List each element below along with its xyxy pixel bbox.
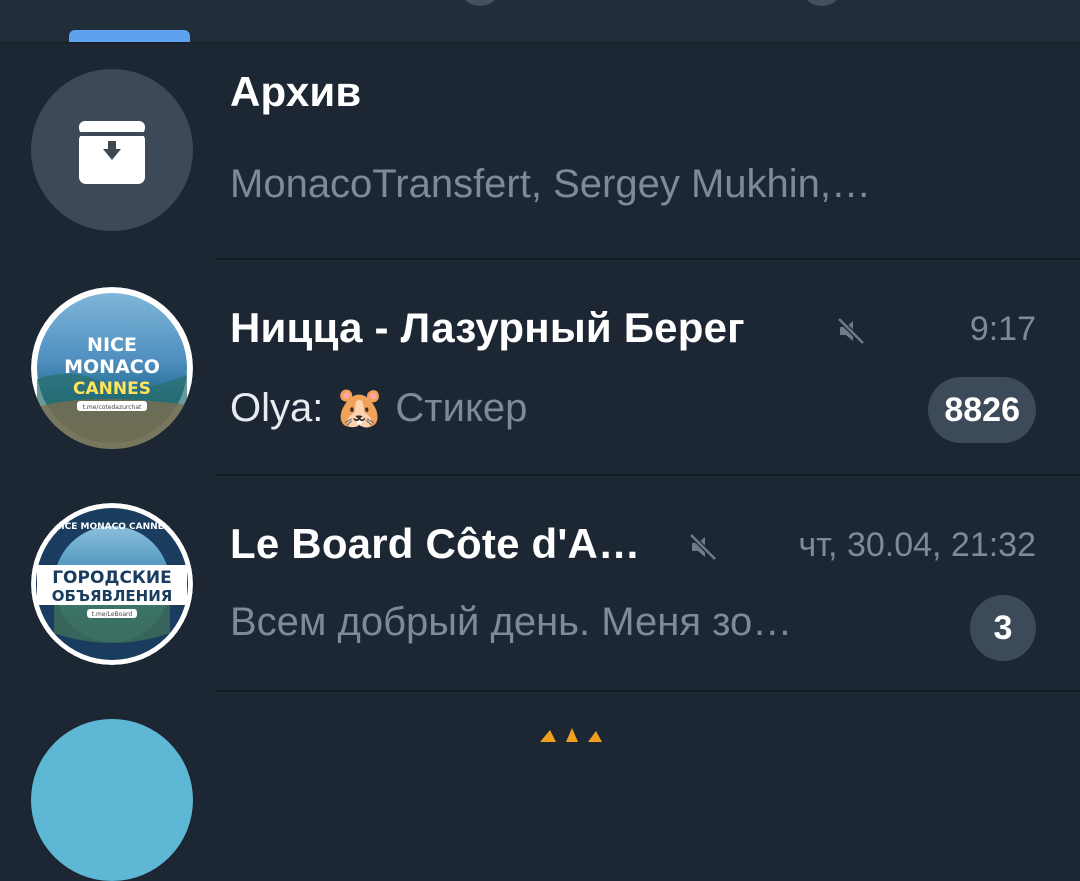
muted-speaker-icon [837,317,865,345]
message-text: Стикер [395,386,528,430]
avatar-logo-text: ОБЪЯВЛЕНИЯ [52,587,173,605]
avatar-logo-text: t.me/LeBoard [92,611,133,618]
chat-row-next[interactable] [0,692,1080,881]
avatar-logo-text: ГОРОДСКИЕ [52,568,172,588]
tab-bar [0,0,1080,44]
chat-title: Le Board Côte d'A… [230,520,641,567]
avatar [31,719,193,881]
avatar-logo-text: MONACO [64,356,160,378]
hamster-emoji-icon: 🐹 [334,386,385,430]
unread-badge: 3 [970,595,1036,661]
avatar [31,69,193,231]
unread-badge: 8826 [928,377,1036,443]
archive-box-icon [79,121,145,184]
tab-counter-bubble [458,0,502,6]
chat-title: Ницца - Лазурный Берег [230,304,745,351]
chat-preview: Olya: 🐹 Стикер [230,384,527,431]
avatar-logo-text: NICE [87,334,137,356]
chat-time: чт, 30.04, 21:32 [798,526,1036,564]
chat-row-le-board[interactable]: NICE MONACO CANNES ГОРОДСКИЕ ОБЪЯВЛЕНИЯ … [0,476,1080,692]
muted-speaker-icon [689,533,717,561]
avatar-ring-text: NICE MONACO CANNES [54,522,171,532]
avatar-logo-text: t.me/cotedazurchat [83,404,142,411]
avatar: NICE MONACO CANNES t.me/cotedazurchat [31,287,193,449]
active-tab-indicator [69,30,190,42]
message-sender: Olya: [230,386,324,430]
chat-preview: MonacoTransfert, Sergey Mukhin,… [230,162,871,206]
avatar-logo-text: CANNES [73,379,151,399]
chat-title: Архив [230,68,362,115]
tab-counter-bubble [800,0,844,6]
chat-row-nice-cote-dazur[interactable]: NICE MONACO CANNES t.me/cotedazurchat Ни… [0,260,1080,476]
chat-time: 9:17 [969,310,1036,348]
chat-preview: Всем добрый день. Меня зо… [230,600,793,644]
avatar: NICE MONACO CANNES ГОРОДСКИЕ ОБЪЯВЛЕНИЯ … [31,503,193,665]
chat-row-archive[interactable]: Архив MonacoTransfert, Sergey Mukhin,… [0,44,1080,260]
